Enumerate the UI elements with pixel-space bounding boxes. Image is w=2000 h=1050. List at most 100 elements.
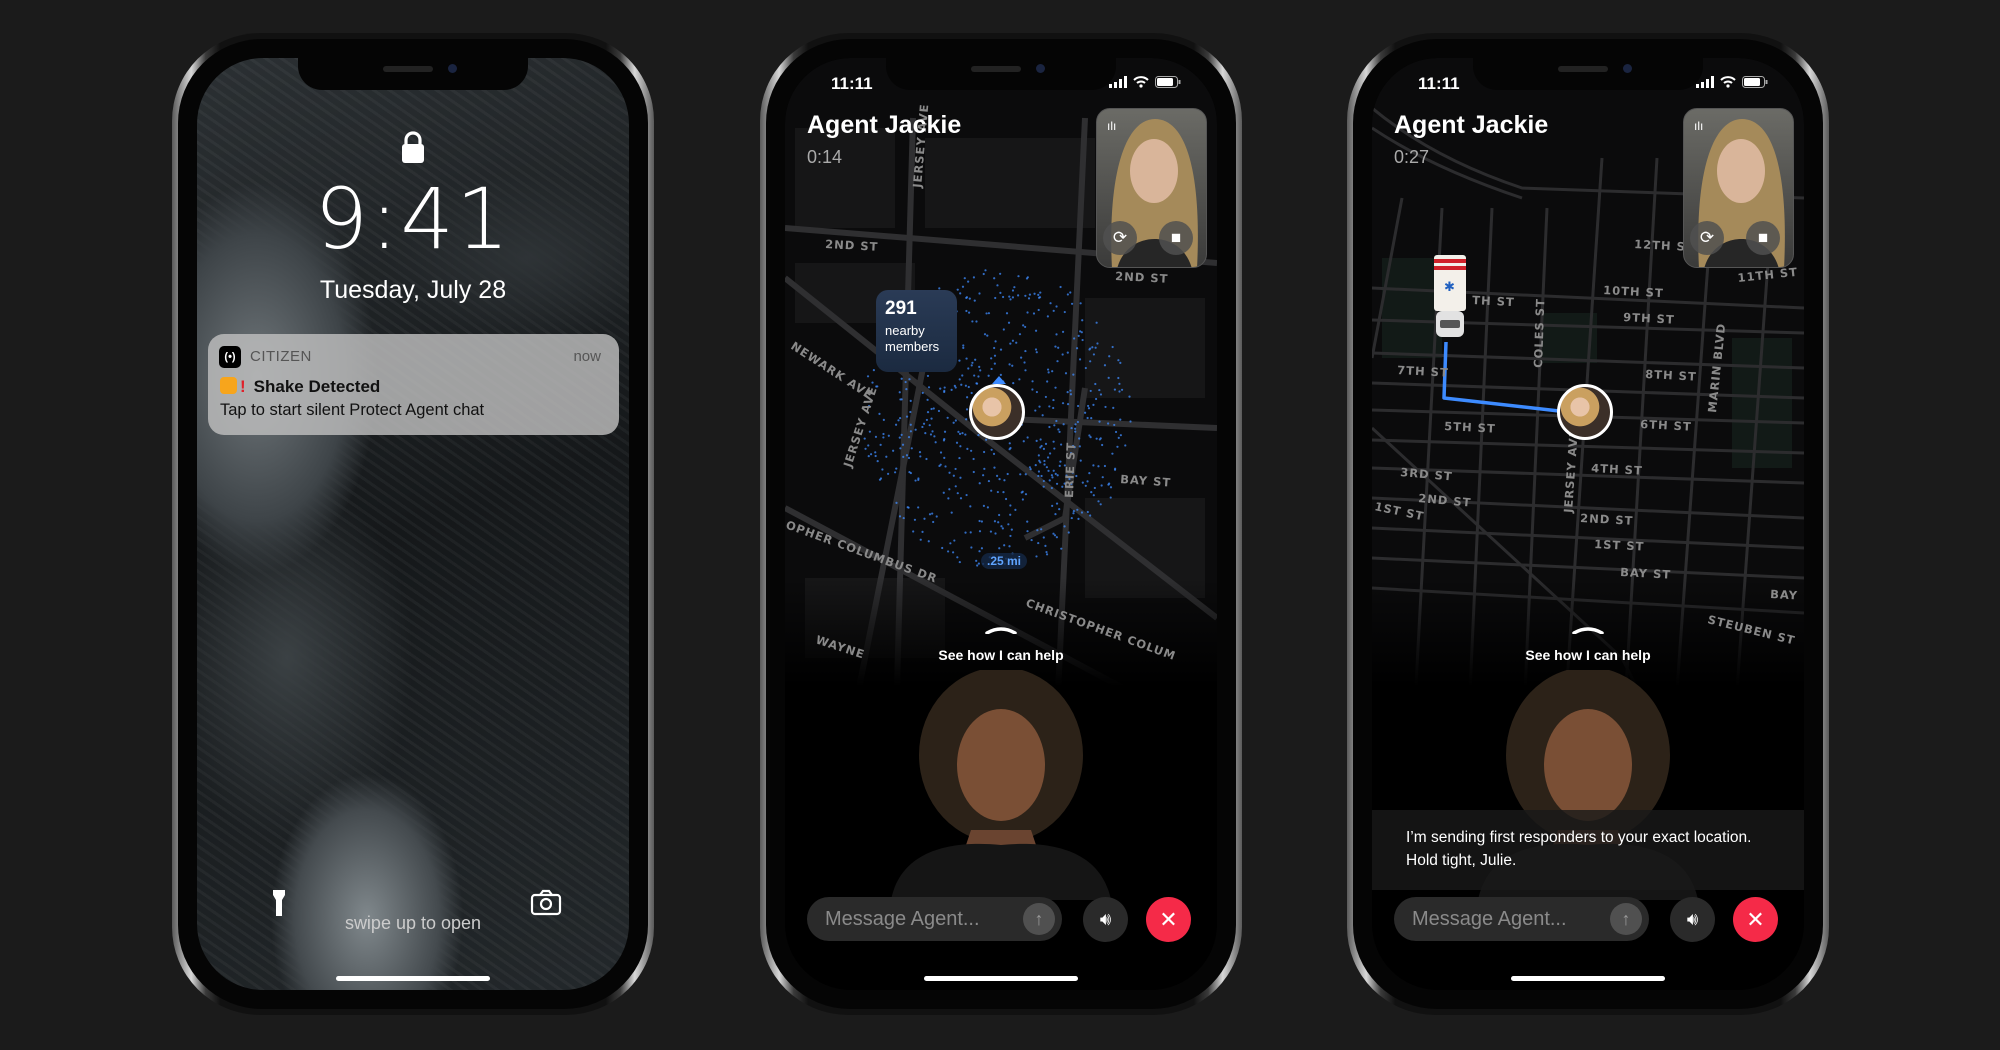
member-dot (1053, 534, 1057, 537)
member-dot (1040, 528, 1043, 531)
chevron-up-icon[interactable] (985, 626, 1017, 634)
see-how-i-can-help[interactable]: See how I can help (785, 647, 1217, 663)
member-dot (1051, 476, 1054, 479)
self-video-preview[interactable]: ılı ⟳ ■ (1683, 108, 1794, 268)
member-dot (978, 292, 981, 295)
member-dot (984, 269, 987, 272)
end-call-button[interactable]: ✕ (1146, 897, 1191, 942)
member-dot (1054, 472, 1057, 475)
member-dot (1084, 411, 1087, 414)
notification-shake-detected[interactable]: (•) CITIZEN now ! Shake Detected Tap to s… (208, 334, 619, 435)
member-dot (977, 375, 980, 378)
user-location-avatar[interactable] (969, 384, 1025, 440)
member-dot (1033, 292, 1036, 295)
member-dot (1066, 293, 1069, 296)
member-dot (959, 292, 962, 295)
map-label: COLES ST (1531, 298, 1547, 368)
member-dot (1029, 467, 1032, 471)
member-dot (987, 312, 991, 315)
member-dot (1075, 347, 1079, 350)
agent-name: Agent Jackie (1394, 111, 1549, 139)
agent-call-screen: 2ND ST 2ND ST JERSEY AVE NEWARK AVE JERS… (785, 58, 1217, 990)
member-dot (1093, 486, 1096, 490)
user-location-avatar[interactable] (1557, 384, 1613, 440)
member-dot (1067, 531, 1070, 534)
member-dot (1052, 532, 1055, 535)
member-dot (987, 479, 991, 483)
member-dot (1054, 386, 1057, 389)
member-dot (921, 425, 924, 429)
map-label: 2ND ST (1580, 511, 1634, 528)
video-toggle-button[interactable]: ■ (1159, 221, 1193, 255)
member-dot (989, 530, 993, 533)
member-dot (907, 456, 911, 460)
member-dot (993, 346, 996, 350)
send-arrow-icon[interactable]: ↑ (1610, 903, 1642, 935)
member-dot (931, 512, 934, 515)
member-dot (1114, 430, 1118, 434)
member-dot (1009, 342, 1012, 345)
member-dot (960, 383, 963, 386)
member-dot (930, 417, 933, 420)
status-icons (1109, 76, 1181, 88)
member-dot (1078, 445, 1081, 448)
member-dot (954, 386, 957, 389)
member-dot (1057, 346, 1060, 349)
flip-camera-button[interactable]: ⟳ (1690, 221, 1724, 255)
member-dot (1046, 315, 1049, 318)
member-dot (919, 538, 922, 541)
member-dot (914, 479, 917, 482)
member-dot (1009, 534, 1012, 538)
member-dot (912, 530, 915, 533)
member-dot (1024, 349, 1027, 353)
member-dot (953, 539, 956, 542)
see-how-i-can-help[interactable]: See how I can help (1372, 647, 1804, 663)
member-dot (921, 391, 924, 394)
member-dot (964, 531, 967, 534)
member-dot (1094, 346, 1097, 349)
status-time: 11:11 (1418, 74, 1460, 93)
member-dot (975, 559, 978, 562)
exclamation-icon: ! (240, 377, 246, 396)
member-dot (1031, 380, 1034, 383)
chevron-up-icon[interactable] (1572, 626, 1604, 634)
member-dot (924, 432, 927, 435)
self-video-preview[interactable]: ılı ⟳ ■ (1096, 108, 1207, 268)
speaker-button[interactable]: 🔊︎ (1083, 897, 1128, 942)
member-dot (974, 358, 977, 361)
member-dot (909, 471, 912, 475)
member-dot (892, 449, 895, 452)
end-call-button[interactable]: ✕ (1733, 897, 1778, 942)
member-dot (998, 513, 1001, 517)
phone-lock-screen: 9:41 Tuesday, July 28 (•) CITIZEN now ! S… (172, 33, 654, 1015)
send-arrow-icon[interactable]: ↑ (1023, 903, 1055, 935)
member-dot (957, 430, 960, 433)
member-dot (1009, 298, 1012, 301)
member-dot (919, 455, 922, 458)
home-indicator[interactable] (1511, 976, 1665, 981)
flip-camera-button[interactable]: ⟳ (1103, 221, 1137, 255)
speaker-button[interactable]: 🔊︎ (1670, 897, 1715, 942)
member-dot (1026, 520, 1029, 523)
member-dot (1063, 310, 1066, 314)
member-dot (1001, 527, 1004, 530)
home-indicator[interactable] (924, 976, 1078, 981)
member-dot (866, 375, 870, 378)
member-dot (998, 478, 1001, 481)
member-dot (1120, 388, 1124, 391)
member-dot (1116, 445, 1119, 448)
member-dot (908, 378, 911, 381)
member-dot (1044, 395, 1047, 399)
member-dot (1019, 473, 1022, 476)
member-dot (977, 562, 980, 565)
member-dot (1002, 491, 1005, 494)
member-dot (1095, 437, 1098, 440)
member-dot (939, 463, 942, 466)
member-dot (965, 408, 969, 411)
home-indicator[interactable] (336, 976, 490, 981)
member-dot (999, 348, 1003, 351)
member-dot (1086, 510, 1089, 514)
member-dot (965, 296, 968, 299)
video-toggle-button[interactable]: ■ (1746, 221, 1780, 255)
member-dot (1119, 434, 1122, 437)
